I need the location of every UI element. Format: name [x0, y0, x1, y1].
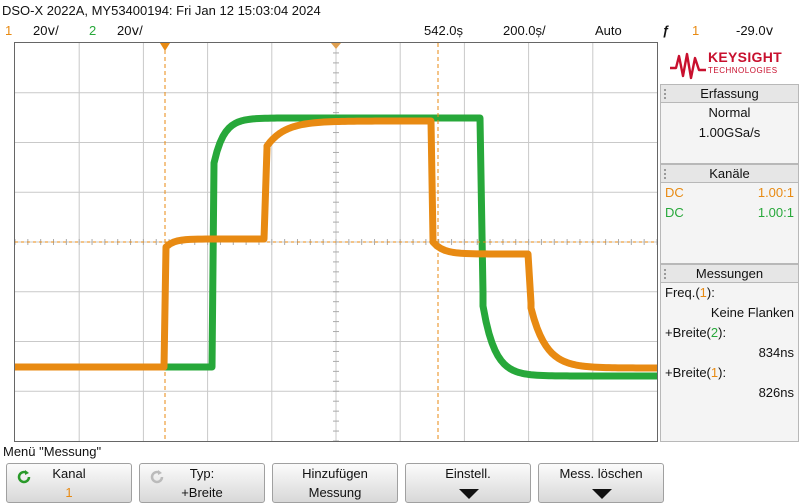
waveform-canvas [15, 43, 657, 441]
softkey-channel-value: 1 [65, 485, 73, 500]
horizontal-delay[interactable]: 542.0ș [424, 23, 463, 38]
softkey-clear-measurements[interactable]: Mess. löschen [538, 463, 664, 503]
channels-header: Kanäle [661, 165, 798, 183]
grip-icon [664, 269, 670, 279]
ch1-number[interactable]: 1 [5, 23, 12, 38]
grip-icon [664, 169, 670, 179]
meas-width1-value: 826ns [758, 385, 794, 400]
keysight-wave-icon [670, 52, 706, 80]
window-title: DSO-X 2022A, MY53400194: Fri Jan 12 15:0… [2, 3, 321, 18]
ch2-scale[interactable]: 20ⅴ/ [117, 23, 143, 39]
softkey-bar: Kanal 1 Typ: +Breite Hinzufügen Messung … [0, 461, 800, 503]
measurements-header: Messungen [661, 265, 798, 283]
trigger-level[interactable]: -29.0ⅴ [736, 23, 773, 39]
softkey-add-line2: Messung [308, 485, 362, 500]
meas-width1-label: +Breite(1): [665, 365, 727, 380]
menu-label: Menü "Messung" [3, 444, 102, 459]
grip-icon [664, 89, 670, 99]
measurements-panel: Messungen Freq.(1): Keine Flanken +Breit… [660, 264, 799, 442]
ch1-scale[interactable]: 20ⅴ/ [33, 23, 59, 39]
meas-freq-value: Keine Flanken [710, 305, 794, 320]
softkey-settings[interactable]: Einstell. [405, 463, 531, 503]
channels-panel: Kanäle DC 1.00:1 DC 1.00:1 [660, 164, 799, 264]
ch2-coupling: DC [665, 205, 684, 220]
softkey-type-value: +Breite [181, 485, 223, 500]
softkey-settings-label: Einstell. [445, 466, 491, 481]
trigger-position-icon [160, 43, 170, 51]
trigger-slope-icon: ƒ [662, 23, 670, 38]
logo-name: KEYSIGHT [708, 49, 782, 65]
meas-width2-value: 834ns [758, 345, 794, 360]
softkey-add-measurement[interactable]: Hinzufügen Messung [272, 463, 398, 503]
waveform-display[interactable] [14, 42, 658, 442]
submenu-arrow-icon [459, 489, 479, 499]
softkey-type-label: Typ: [189, 466, 215, 481]
meas-freq-label: Freq.(1): [665, 285, 715, 300]
channel-2-row: DC 1.00:1 [661, 203, 798, 223]
side-panel: KEYSIGHT TECHNOLOGIES Erfassung Normal 1… [660, 42, 800, 442]
acquisition-panel: Erfassung Normal 1.00GSa/s [660, 84, 799, 164]
keysight-logo: KEYSIGHT TECHNOLOGIES [660, 42, 800, 84]
acquisition-header: Erfassung [661, 85, 798, 103]
softkey-clear-label: Mess. löschen [559, 466, 643, 481]
submenu-arrow-icon [592, 489, 612, 499]
status-bar: 1 20ⅴ/ 2 20ⅴ/ 542.0ș 200.0ș/ Auto ƒ 1 -2… [0, 21, 800, 41]
channel-1-row: DC 1.00:1 [661, 183, 798, 203]
ch2-number[interactable]: 2 [89, 23, 96, 38]
acquisition-mode: Normal [708, 105, 751, 120]
ch1-coupling: DC [665, 185, 684, 200]
ch2-probe: 1.00:1 [757, 205, 794, 220]
softkey-channel[interactable]: Kanal 1 [6, 463, 132, 503]
trigger-source[interactable]: 1 [692, 23, 699, 38]
time-center-icon [331, 43, 341, 49]
trigger-mode[interactable]: Auto [595, 23, 622, 38]
meas-width2-label: +Breite(2): [665, 325, 727, 340]
softkey-add-line1: Hinzufügen [302, 466, 368, 481]
timebase-scale[interactable]: 200.0ș/ [503, 23, 546, 38]
ch1-probe: 1.00:1 [757, 185, 794, 200]
softkey-channel-label: Kanal [52, 466, 86, 481]
softkey-type[interactable]: Typ: +Breite [139, 463, 265, 503]
logo-subtitle: TECHNOLOGIES [708, 66, 778, 75]
sample-rate: 1.00GSa/s [698, 125, 761, 140]
